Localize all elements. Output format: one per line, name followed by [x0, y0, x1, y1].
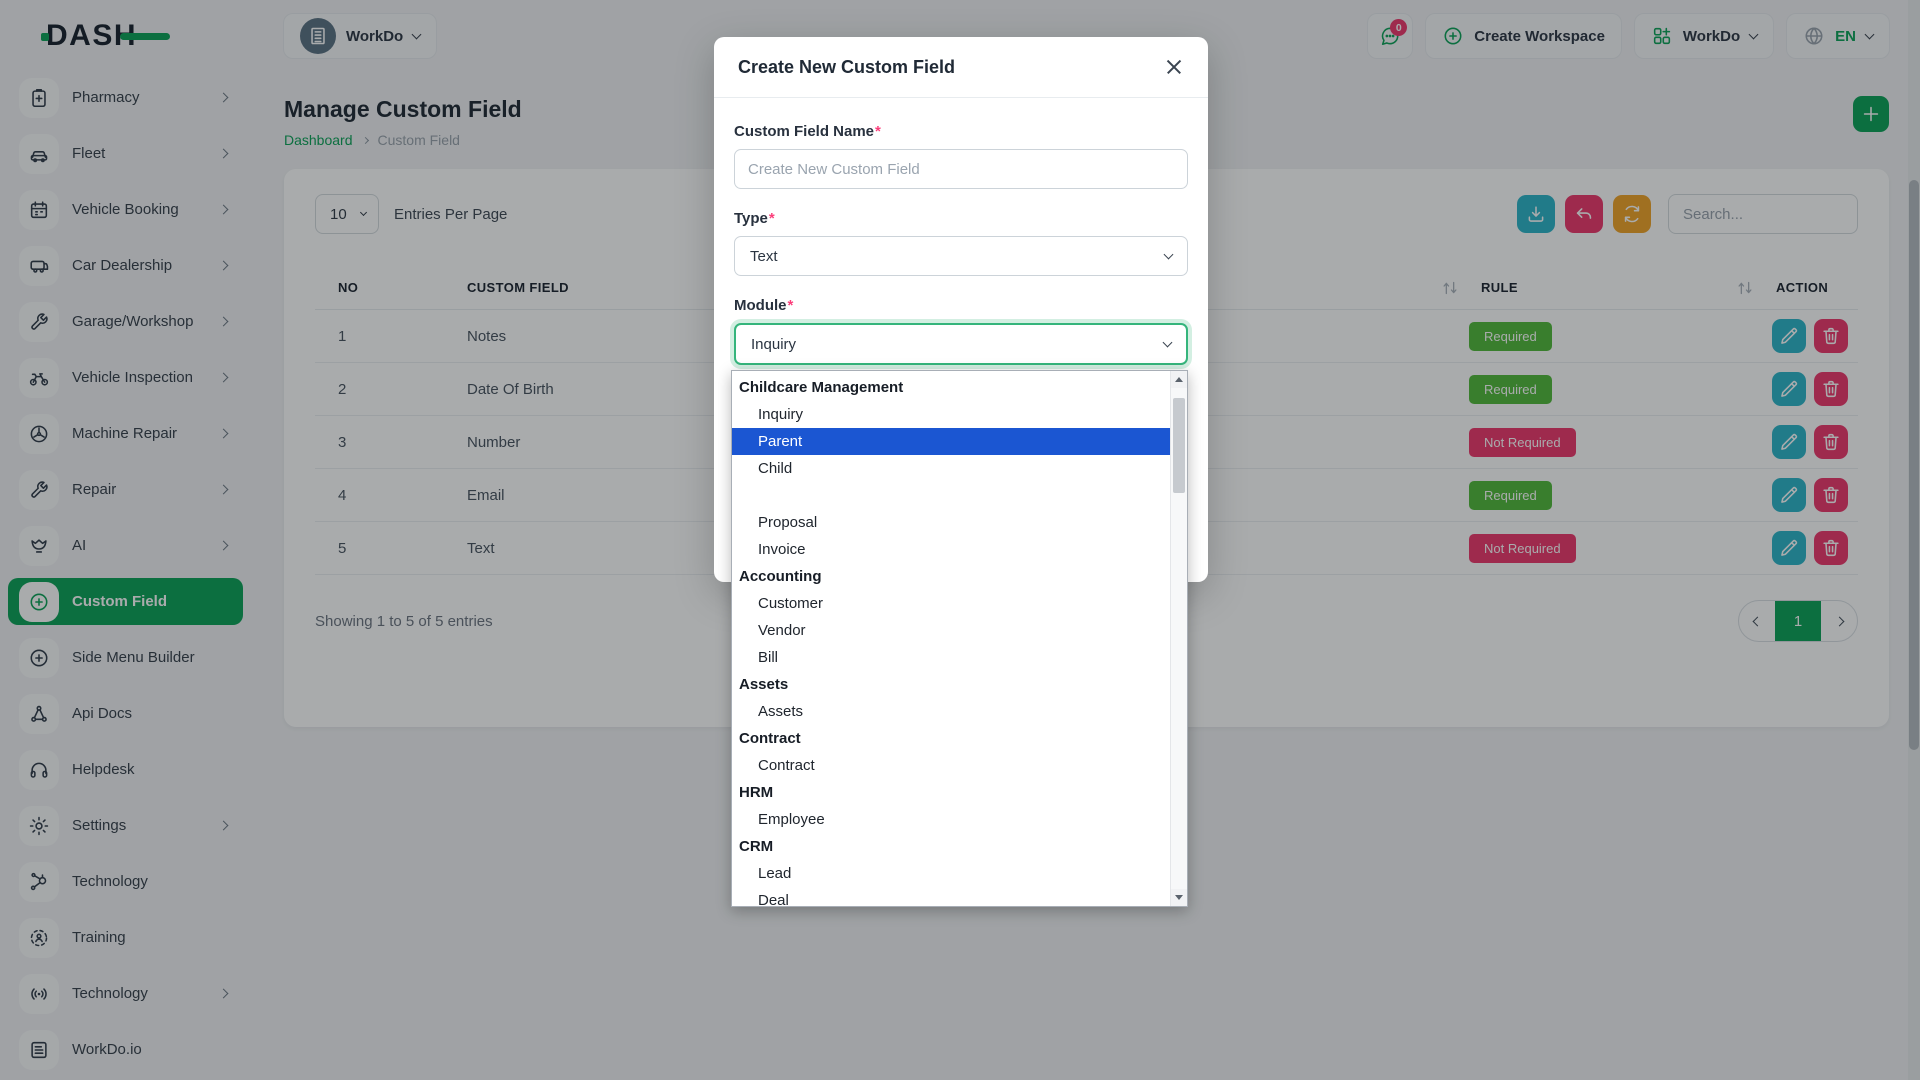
type-select[interactable]: Text [734, 236, 1188, 276]
dropdown-option[interactable]: Bill [732, 644, 1170, 671]
type-select-value: Text [750, 247, 778, 265]
module-label: Module* [734, 297, 794, 314]
dropdown-group-label [732, 482, 1170, 509]
dropdown-option[interactable]: Assets [732, 698, 1170, 725]
dropdown-option[interactable]: Deal [732, 887, 1170, 906]
dropdown-group-label: Contract [739, 730, 801, 747]
dropdown-group-label: HRM [739, 784, 774, 801]
triangle-down-icon [1175, 895, 1183, 900]
dropdown-option[interactable]: Inquiry [732, 401, 1170, 428]
module-select[interactable]: Inquiry [734, 323, 1188, 365]
dropdown-group-label: Assets [739, 676, 789, 693]
dropdown-scrollbar-thumb[interactable] [1173, 398, 1185, 493]
chevron-down-icon [1163, 249, 1174, 260]
dropdown-option[interactable]: Contract [732, 752, 1170, 779]
module-dropdown-list: Childcare Management Inquiry Parent Child Pr… [731, 370, 1188, 907]
dropdown-scrollbar[interactable] [1170, 371, 1187, 906]
dropdown-option[interactable]: Proposal [732, 509, 1170, 536]
close-icon[interactable] [1164, 57, 1184, 77]
dropdown-option[interactable]: Vendor [732, 617, 1170, 644]
required-asterisk: * [875, 123, 881, 140]
custom-field-name-label: Custom Field Name* [734, 123, 881, 140]
dropdown-group-label: Accounting [739, 568, 822, 585]
chevron-down-icon [1162, 337, 1173, 348]
custom-field-name-input[interactable] [734, 149, 1188, 189]
scroll-down-button[interactable] [1171, 889, 1187, 906]
required-asterisk: * [768, 210, 775, 227]
dropdown-option[interactable]: Child [732, 455, 1170, 482]
modal-title: Create New Custom Field [738, 56, 956, 77]
dropdown-option[interactable]: Lead [732, 860, 1170, 887]
module-dropdown-options: Childcare Management Inquiry Parent Child Pr… [732, 371, 1170, 906]
dropdown-option[interactable]: Parent [732, 428, 1170, 455]
scroll-up-button[interactable] [1171, 371, 1187, 388]
dropdown-option[interactable]: Employee [732, 806, 1170, 833]
dropdown-option[interactable]: Customer [732, 590, 1170, 617]
dropdown-option[interactable]: Invoice [732, 536, 1170, 563]
dropdown-group-label: Childcare Management [739, 379, 904, 396]
dropdown-group-label: CRM [739, 838, 774, 855]
type-label: Type* [734, 210, 775, 227]
dropdown-scrollbar-track[interactable] [1171, 388, 1187, 889]
required-asterisk: * [787, 297, 794, 314]
module-select-value: Inquiry [751, 335, 797, 353]
triangle-up-icon [1175, 377, 1183, 382]
